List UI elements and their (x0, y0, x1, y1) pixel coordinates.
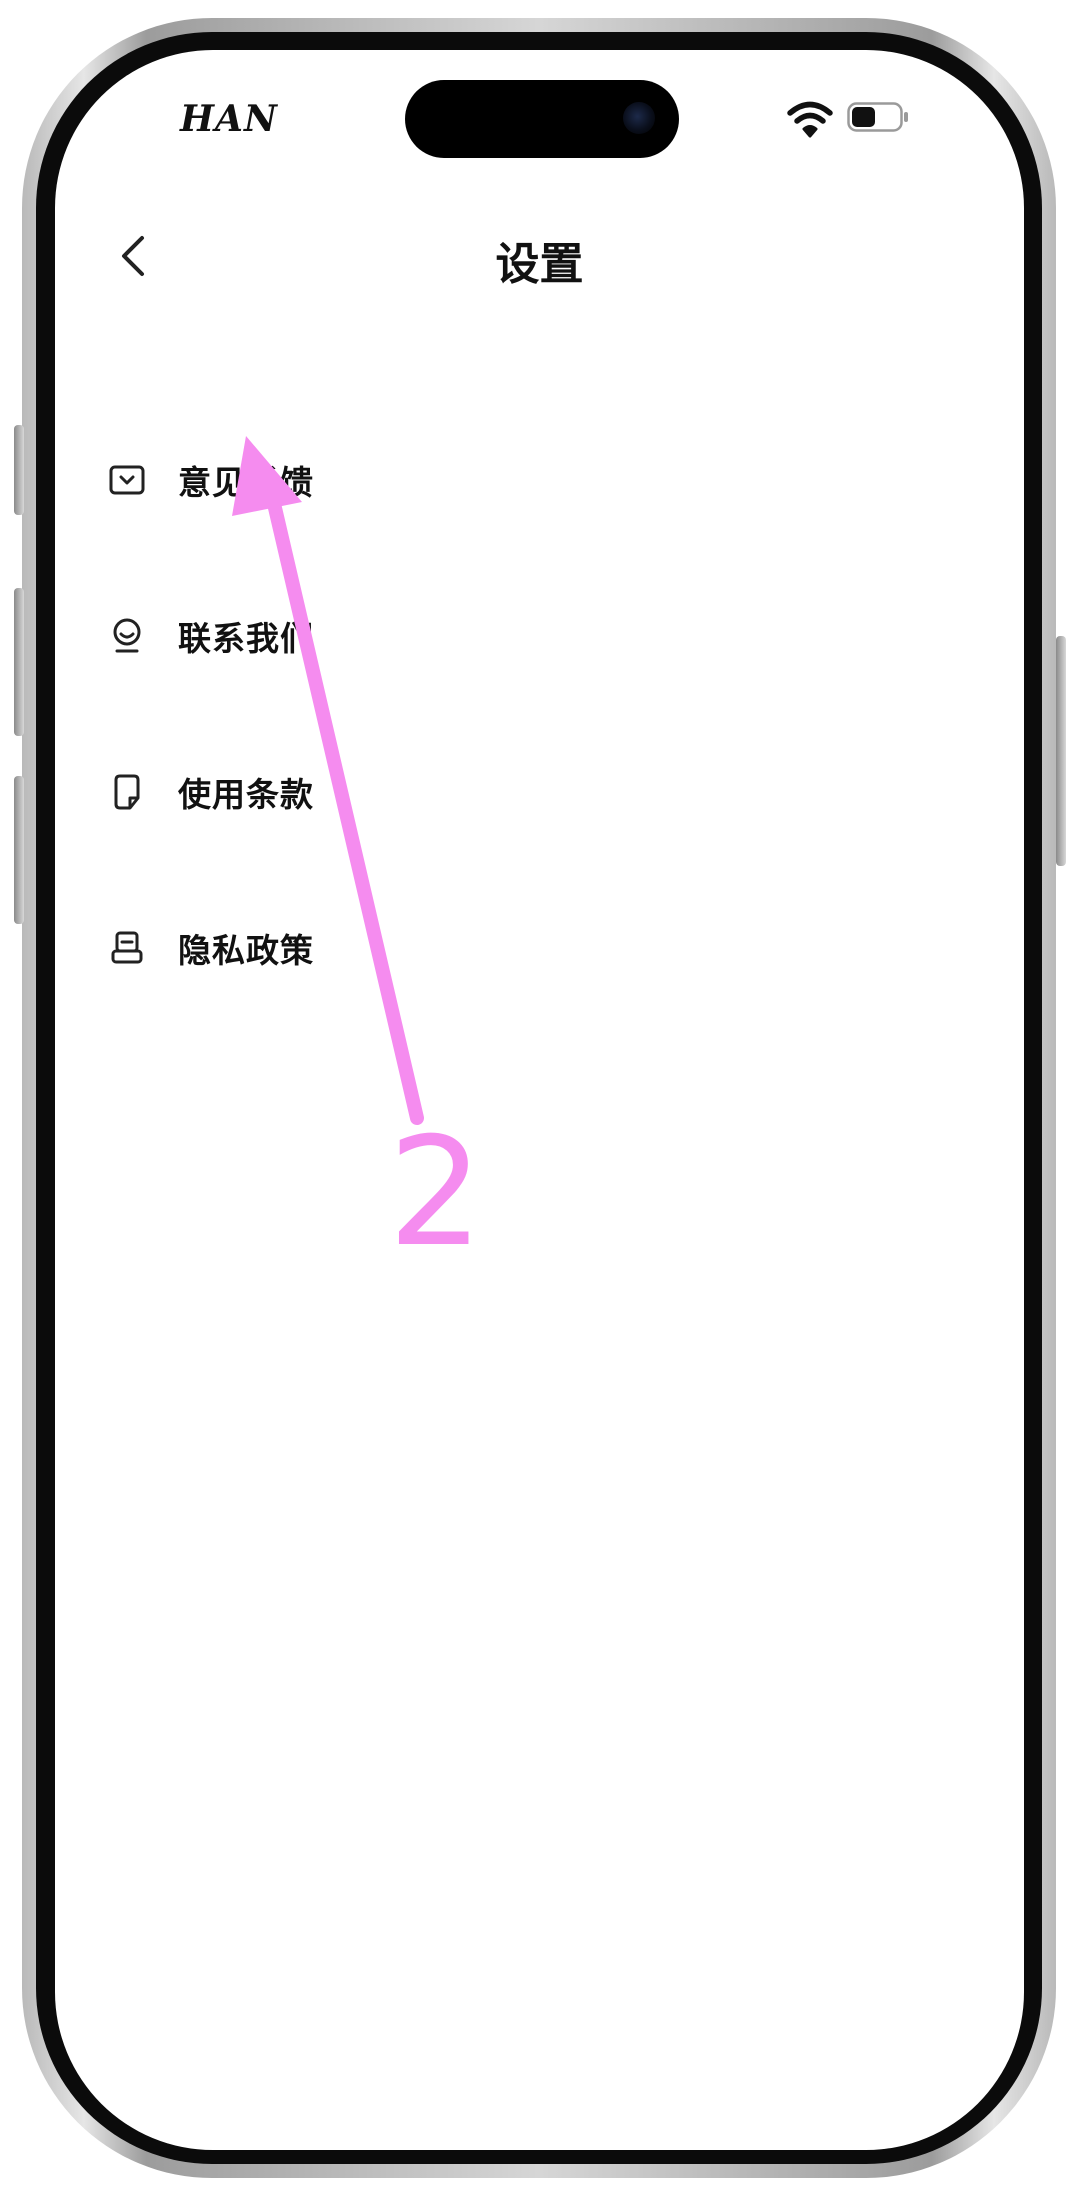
terms-icon (107, 772, 147, 812)
annotation-step-number: 2 (388, 1106, 484, 1280)
menu-item-label: 隐私政策 (178, 931, 314, 970)
app-screen: HAN 设置 意见反馈 联系我们 使用条款 隐私政策 (55, 50, 1024, 2150)
privacy-icon (107, 928, 147, 968)
device-screenshot: HAN 设置 意见反馈 联系我们 使用条款 隐私政策 2 (0, 0, 1080, 2202)
dynamic-island (405, 80, 679, 158)
menu-item-label: 联系我们 (178, 619, 314, 658)
menu-item-label: 意见反馈 (178, 463, 314, 502)
volume-up-button (14, 588, 24, 736)
battery-icon (847, 102, 908, 132)
menu-item-label: 使用条款 (178, 775, 314, 814)
wifi-icon (787, 101, 833, 138)
status-brand: HAN (180, 98, 278, 140)
menu-item-privacy[interactable]: 隐私政策 (55, 870, 1024, 1026)
page-title: 设置 (495, 239, 584, 290)
menu-item-terms[interactable]: 使用条款 (55, 714, 1024, 870)
menu-item-contact[interactable]: 联系我们 (55, 558, 1024, 714)
settings-menu: 意见反馈 联系我们 使用条款 隐私政策 (55, 402, 1024, 1026)
battery-level-fill (852, 107, 875, 127)
contact-icon (107, 616, 147, 656)
power-button (1056, 636, 1066, 866)
feedback-icon (107, 460, 147, 500)
action-button (14, 425, 24, 515)
front-camera (623, 102, 655, 134)
volume-down-button (14, 776, 24, 924)
menu-item-feedback[interactable]: 意见反馈 (55, 402, 1024, 558)
